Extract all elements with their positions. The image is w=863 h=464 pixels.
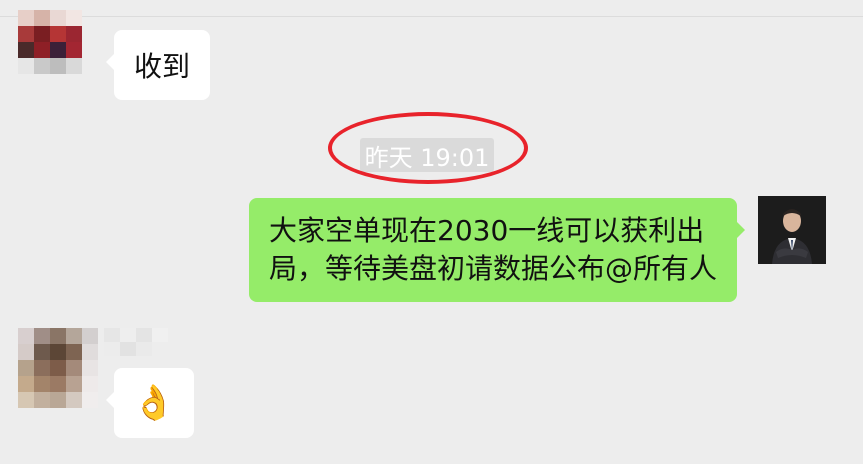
- received-message-bubble[interactable]: 👌: [106, 368, 194, 438]
- person-icon: [758, 196, 826, 264]
- blurred-name: [104, 328, 168, 356]
- bubble-tail: [106, 392, 114, 408]
- received-message-bubble[interactable]: 收到: [106, 30, 210, 100]
- my-avatar[interactable]: [758, 196, 826, 264]
- message-text: 收到: [133, 50, 190, 83]
- ok-hand-emoji: 👌: [132, 383, 176, 423]
- top-divider: [0, 16, 863, 17]
- bubble-tail: [106, 54, 114, 70]
- contact-avatar[interactable]: [18, 10, 82, 74]
- message-text: 大家空单现在2030一线可以获利出局，等待美盘初请数据公布@所有人: [269, 214, 718, 285]
- bubble-tail: [737, 222, 745, 238]
- sent-message-bubble[interactable]: 大家空单现在2030一线可以获利出局，等待美盘初请数据公布@所有人: [249, 198, 745, 302]
- contact-avatar[interactable]: [18, 328, 98, 408]
- red-circle-annotation: [328, 112, 528, 184]
